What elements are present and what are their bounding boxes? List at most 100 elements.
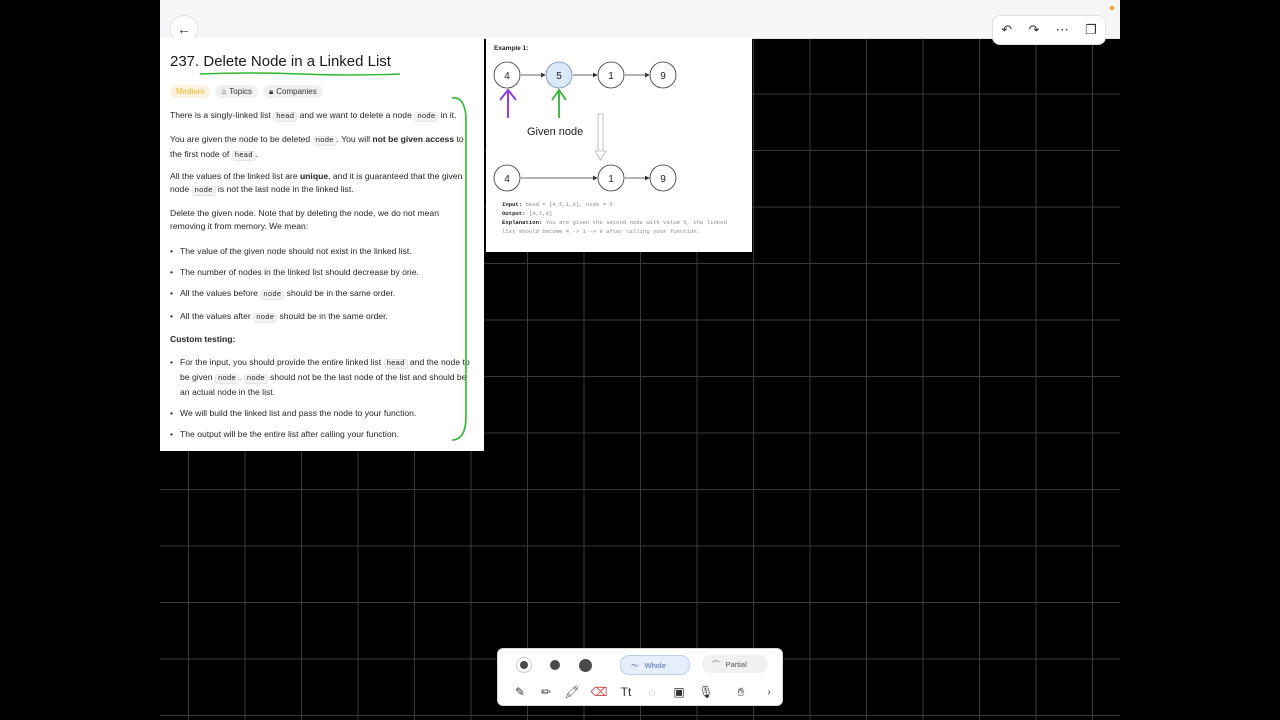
topics-label: Topics — [229, 87, 252, 96]
text: For the input, you should provide the en… — [180, 357, 384, 367]
top-toolbar: ↶ ↷ ⋯ ❐ — [992, 15, 1106, 45]
undo-icon[interactable]: ↶ — [1001, 22, 1012, 38]
explanation-label: Explanation: — [502, 219, 543, 226]
paragraph-4: Delete the given node. Note that by dele… — [170, 208, 439, 231]
example-card: Example 1: 4 5 1 9 4 1 9 Given node Inpu… — [486, 38, 752, 252]
node-value: 4 — [504, 174, 510, 185]
custom-testing-list: For the input, you should provide the en… — [170, 356, 470, 449]
input-value: head = [4,5,1,9], node = 5 — [522, 201, 613, 208]
list-item: We will build the linked list and pass t… — [170, 407, 470, 420]
text: All the values before — [180, 288, 261, 298]
node-value: 9 — [660, 71, 666, 82]
input-label: Input: — [502, 201, 523, 208]
pencil-icon[interactable]: ✏ — [536, 682, 556, 702]
given-node-label: Given node — [527, 126, 584, 138]
code: head — [231, 151, 256, 161]
recording-dot — [1110, 6, 1114, 10]
output-label: Output: — [502, 210, 526, 217]
node-value: 4 — [504, 71, 510, 82]
partial-label: Partial — [725, 659, 747, 669]
code: node — [253, 313, 278, 323]
stroke-size-medium[interactable] — [550, 660, 560, 670]
arrow-left-icon: ← — [177, 21, 191, 37]
node-value: 1 — [608, 71, 614, 82]
title-underline-annotation — [200, 72, 400, 76]
output-line: Output: [4,1,9] — [502, 209, 742, 218]
explanation-line: Explanation: You are given the second no… — [502, 218, 742, 236]
tools-row: ✎ ✏ 🖍︎ ⌫ Tt ◌ ▣ 🎙︎ ✋︎ › — [498, 680, 782, 704]
notes-canvas[interactable]: ← ↶ ↷ ⋯ ❐ 237. Delete Node in a Linked L… — [160, 0, 1120, 720]
topics-tag[interactable]: ⌂ Topics — [215, 85, 258, 98]
transform-arrow — [594, 113, 607, 161]
code: node — [260, 290, 285, 300]
mic-icon[interactable]: 🎙︎ — [696, 682, 716, 702]
more-icon[interactable]: ⋯ — [1056, 22, 1069, 38]
tag-row: Medium ⌂ Topics 🔒︎ Companies — [170, 85, 323, 98]
paragraph-3: All the values of the linked list are un… — [170, 170, 475, 198]
stroke-options-row: 〜 Whole ⌒ Partial — [498, 653, 782, 677]
image-icon[interactable]: ▣ — [669, 682, 689, 702]
top-bar: ← ↶ ↷ ⋯ ❐ — [160, 0, 1120, 45]
list-item: The value of the given node should not e… — [170, 245, 470, 258]
pen-icon[interactable]: ✎ — [510, 682, 530, 702]
text: . — [255, 149, 259, 159]
code: node — [214, 374, 239, 384]
lock-icon: 🔒︎ — [268, 87, 274, 96]
code: head — [273, 112, 298, 122]
custom-testing-heading: Custom testing: — [170, 334, 236, 344]
redo-icon[interactable]: ↷ — [1028, 22, 1039, 38]
text: is not the last node in the linked list. — [215, 184, 354, 194]
code: node — [243, 374, 268, 384]
text: There is a singly-linked list — [170, 110, 274, 120]
whole-mode-button[interactable]: 〜 Whole — [620, 655, 690, 675]
problem-title: 237. Delete Node in a Linked List — [170, 53, 391, 70]
output-value: [4,1,9] — [525, 210, 553, 217]
whole-label: Whole — [644, 660, 666, 670]
highlighter-icon[interactable]: 🖍︎ — [562, 682, 582, 702]
code: node — [312, 136, 337, 146]
code: node — [414, 112, 439, 122]
node-value: 9 — [660, 174, 666, 185]
list-item: The number of nodes in the linked list s… — [170, 266, 470, 279]
green-arrow-annotation — [551, 88, 567, 118]
text: All the values after — [180, 311, 254, 321]
pen-toolbar: 〜 Whole ⌒ Partial ✎ ✏ 🖍︎ ⌫ Tt ◌ ▣ 🎙︎ ✋︎ … — [497, 648, 783, 706]
paragraph-2: You are given the node to be deleted nod… — [170, 133, 475, 163]
input-line: Input: head = [4,5,1,9], node = 5 — [502, 200, 742, 209]
node-value: 5 — [556, 71, 562, 82]
dashed-wave-icon: ⌒ — [712, 659, 720, 669]
hand-icon[interactable]: ✋︎ — [731, 682, 751, 702]
text: . — [238, 372, 244, 382]
stroke-size-large[interactable] — [579, 659, 592, 672]
text: . You will — [336, 134, 373, 144]
bracket-annotation — [451, 97, 467, 441]
list-item: All the values before node should be in … — [170, 287, 470, 302]
text: should be in the same order. — [284, 288, 396, 298]
list-item: The output will be the entire list after… — [170, 428, 470, 441]
list-item: All the values after node should be in t… — [170, 310, 470, 325]
text-icon[interactable]: Tt — [616, 682, 636, 702]
paragraph-1: There is a singly-linked list head and w… — [170, 109, 475, 124]
text: and we want to delete a node — [297, 110, 415, 120]
bold-text: not be given access — [372, 134, 455, 144]
partial-mode-button[interactable]: ⌒ Partial — [702, 655, 768, 673]
node-value: 1 — [608, 174, 614, 185]
companies-tag[interactable]: 🔒︎ Companies — [262, 85, 323, 98]
purple-arrow-annotation — [499, 88, 517, 118]
text: You are given the node to be deleted — [170, 134, 313, 144]
lasso-icon[interactable]: ◌ — [642, 682, 662, 702]
problem-card: 237. Delete Node in a Linked List Medium… — [160, 38, 484, 451]
stroke-size-small[interactable] — [520, 661, 528, 669]
code: node — [191, 186, 216, 196]
code: head — [383, 359, 408, 369]
tag-icon: ⌂ — [221, 87, 227, 96]
eraser-icon[interactable]: ⌫ — [589, 682, 609, 702]
text: should be in the same order. — [277, 311, 388, 321]
companies-label: Companies — [276, 87, 317, 96]
wave-icon: 〜 — [631, 660, 639, 670]
difficulty-badge[interactable]: Medium — [170, 85, 211, 98]
pages-icon[interactable]: ❐ — [1085, 22, 1097, 38]
list-item: For the input, you should provide the en… — [170, 356, 470, 399]
requirements-list: The value of the given node should not e… — [170, 245, 470, 333]
chevron-right-icon[interactable]: › — [759, 682, 779, 702]
